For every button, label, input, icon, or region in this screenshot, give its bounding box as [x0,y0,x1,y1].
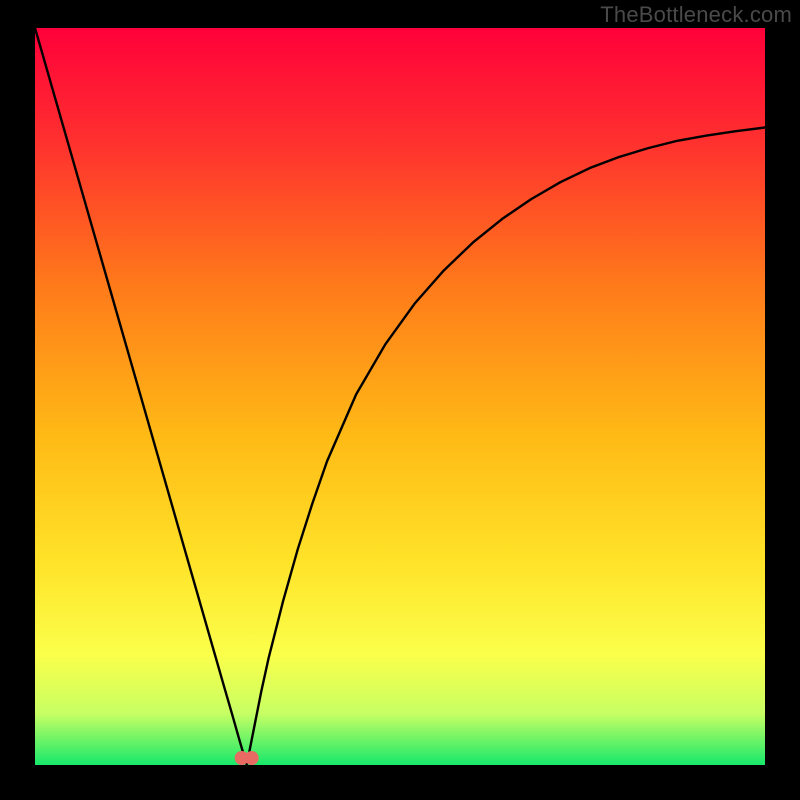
plot-area [35,28,765,765]
min-dot [245,751,259,765]
chart-container: TheBottleneck.com [0,0,800,800]
watermark-text: TheBottleneck.com [600,2,792,28]
bottleneck-chart [35,28,765,765]
gradient-background [35,28,765,765]
